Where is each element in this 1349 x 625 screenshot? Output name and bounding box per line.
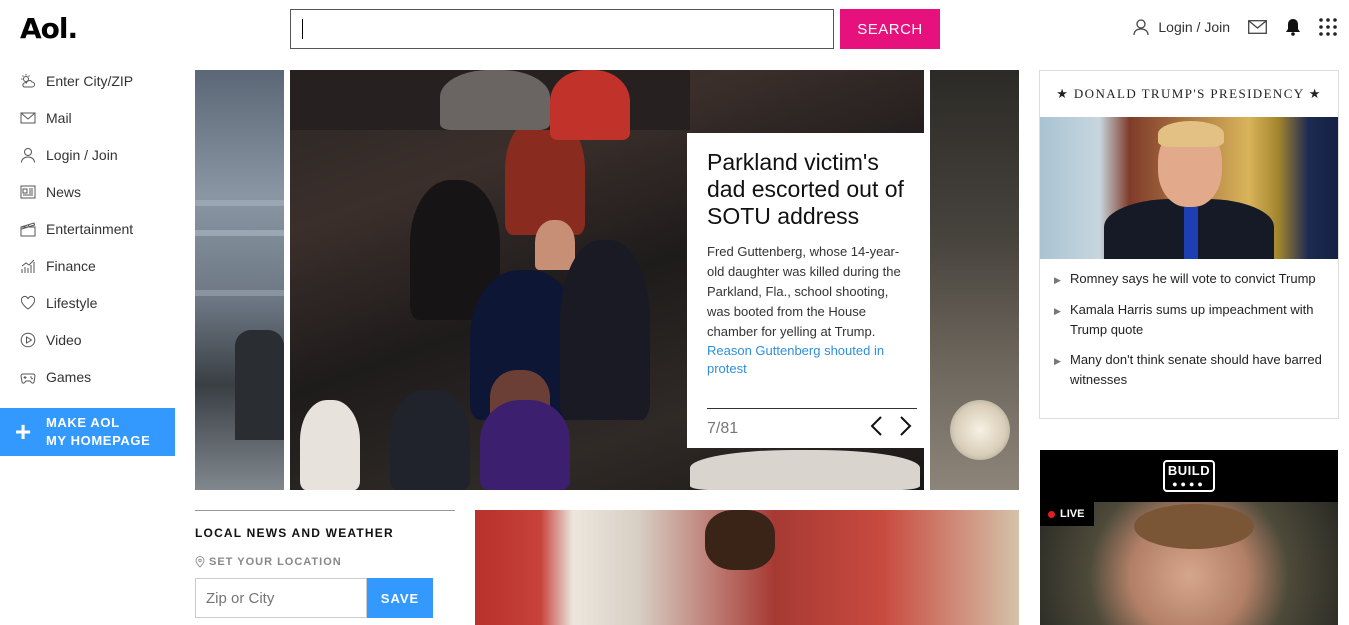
nav-item-label: Mail bbox=[46, 109, 72, 126]
build-live-module[interactable]: BUILD ●●●● LIVE bbox=[1040, 450, 1338, 625]
trump-presidency-image[interactable] bbox=[1040, 117, 1338, 259]
carousel-footer: 7/81 bbox=[707, 408, 917, 448]
trump-headline-text: Romney says he will vote to convict Trum… bbox=[1070, 271, 1316, 286]
trump-headline[interactable]: ▶ Kamala Harris sums up impeachment with … bbox=[1054, 300, 1324, 340]
nav-item-label: Entertainment bbox=[46, 220, 134, 237]
set-location-text: SET YOUR LOCATION bbox=[209, 556, 342, 568]
make-homepage-button[interactable]: + MAKE AOL MY HOMEPAGE bbox=[0, 408, 175, 456]
header-login-label: Login / Join bbox=[1158, 19, 1230, 35]
carousel-counter: 7/81 bbox=[707, 419, 739, 437]
search-input[interactable] bbox=[290, 9, 834, 49]
text-caret bbox=[302, 19, 303, 39]
carousel-next-slide[interactable] bbox=[930, 70, 1019, 490]
news-icon bbox=[20, 185, 36, 198]
nav-item-label: News bbox=[46, 183, 82, 200]
save-location-button[interactable]: SAVE bbox=[367, 578, 433, 618]
search-bar: SEARCH bbox=[290, 9, 940, 49]
nav-item-label: Finance bbox=[46, 257, 96, 274]
gamepad-icon bbox=[20, 373, 36, 384]
build-logo: BUILD ●●●● bbox=[1163, 460, 1215, 492]
header-actions: Login / Join bbox=[1132, 18, 1349, 36]
nav-item-lifestyle[interactable]: Lifestyle bbox=[0, 284, 175, 321]
local-news-widget: LOCAL NEWS AND WEATHER SET YOUR LOCATION… bbox=[195, 510, 455, 618]
live-label: LIVE bbox=[1060, 508, 1085, 520]
make-homepage-text: MAKE AOL MY HOMEPAGE bbox=[46, 414, 150, 450]
nav-item-label: Video bbox=[46, 331, 82, 348]
triangle-bullet-icon: ▶ bbox=[1054, 306, 1061, 316]
carousel-related-link[interactable]: Reason Guttenberg shouted in protest bbox=[707, 343, 884, 376]
apps-grid-icon[interactable] bbox=[1319, 18, 1337, 36]
chevron-left-icon[interactable] bbox=[869, 415, 883, 442]
build-logo-dots: ●●●● bbox=[1172, 479, 1206, 489]
zip-form: SAVE bbox=[195, 578, 455, 618]
local-news-title: LOCAL NEWS AND WEATHER bbox=[195, 526, 394, 540]
trump-headline[interactable]: ▶ Many don't think senate should have bar… bbox=[1054, 350, 1324, 390]
live-dot-icon bbox=[1048, 510, 1055, 518]
location-pin-icon bbox=[195, 556, 205, 568]
make-homepage-line2: MY HOMEPAGE bbox=[46, 433, 151, 448]
triangle-bullet-icon: ▶ bbox=[1054, 356, 1061, 366]
carousel-prev-slide[interactable] bbox=[195, 70, 284, 490]
user-icon bbox=[21, 147, 35, 163]
heart-icon bbox=[20, 295, 36, 310]
weather-icon bbox=[21, 73, 35, 87]
trump-headline-text: Kamala Harris sums up impeachment with T… bbox=[1070, 302, 1314, 337]
carousel-headline[interactable]: Parkland victim's dad escorted out of SO… bbox=[707, 149, 904, 230]
set-location-label: SET YOUR LOCATION bbox=[195, 556, 455, 568]
make-homepage-line1: MAKE AOL bbox=[46, 415, 120, 430]
chart-icon bbox=[21, 259, 35, 273]
trump-headline[interactable]: ▶ Romney says he will vote to convict Tru… bbox=[1054, 269, 1324, 290]
nav-item-video[interactable]: Video bbox=[0, 321, 175, 358]
bell-icon[interactable] bbox=[1285, 18, 1301, 36]
carousel-description: Fred Guttenberg, whose 14-year-old daugh… bbox=[707, 244, 901, 339]
plus-icon: + bbox=[14, 416, 32, 447]
video-thumbnail[interactable] bbox=[475, 510, 1019, 625]
nav-item-games[interactable]: Games bbox=[0, 358, 175, 395]
build-logo-text: BUILD bbox=[1167, 463, 1211, 478]
nav-item-label: Login / Join bbox=[46, 146, 118, 163]
nav-item-news[interactable]: News bbox=[0, 173, 175, 210]
trump-presidency-module: ★ DONALD TRUMP'S PRESIDENCY ★ ▶ Romney sa… bbox=[1039, 70, 1339, 419]
play-icon bbox=[20, 332, 36, 347]
nav-item-label: Enter City/ZIP bbox=[46, 72, 134, 89]
user-icon bbox=[1133, 19, 1150, 36]
trump-headline-text: Many don't think senate should have barr… bbox=[1070, 352, 1322, 387]
carousel-main-slide[interactable]: Parkland victim's dad escorted out of SO… bbox=[290, 70, 924, 490]
nav-item-finance[interactable]: Finance bbox=[0, 247, 175, 284]
nav-item-mail[interactable]: Mail bbox=[0, 99, 175, 136]
nav-item-entertainment[interactable]: Entertainment bbox=[0, 210, 175, 247]
left-nav: Enter City/ZIP Mail Login / Join News En… bbox=[0, 62, 175, 395]
clapperboard-icon bbox=[20, 221, 36, 236]
live-badge: LIVE bbox=[1040, 502, 1094, 526]
carousel-caption-card: Parkland victim's dad escorted out of SO… bbox=[687, 133, 924, 448]
triangle-bullet-icon: ▶ bbox=[1054, 275, 1061, 285]
zip-input[interactable] bbox=[195, 578, 367, 618]
mail-icon bbox=[20, 112, 36, 123]
carousel-arrows bbox=[869, 415, 913, 442]
nav-item-label: Lifestyle bbox=[46, 294, 98, 311]
trump-presidency-header[interactable]: ★ DONALD TRUMP'S PRESIDENCY ★ bbox=[1040, 71, 1338, 117]
search-button[interactable]: SEARCH bbox=[840, 9, 940, 49]
nav-item-weather[interactable]: Enter City/ZIP bbox=[0, 62, 175, 99]
nav-item-label: Games bbox=[46, 368, 92, 385]
mail-icon[interactable] bbox=[1248, 20, 1267, 34]
chevron-right-icon[interactable] bbox=[899, 415, 913, 442]
aol-logo[interactable]: Aol. bbox=[20, 12, 78, 45]
header-login[interactable]: Login / Join bbox=[1132, 18, 1230, 36]
trump-headline-list: ▶ Romney says he will vote to convict Tru… bbox=[1040, 259, 1338, 390]
nav-item-login[interactable]: Login / Join bbox=[0, 136, 175, 173]
